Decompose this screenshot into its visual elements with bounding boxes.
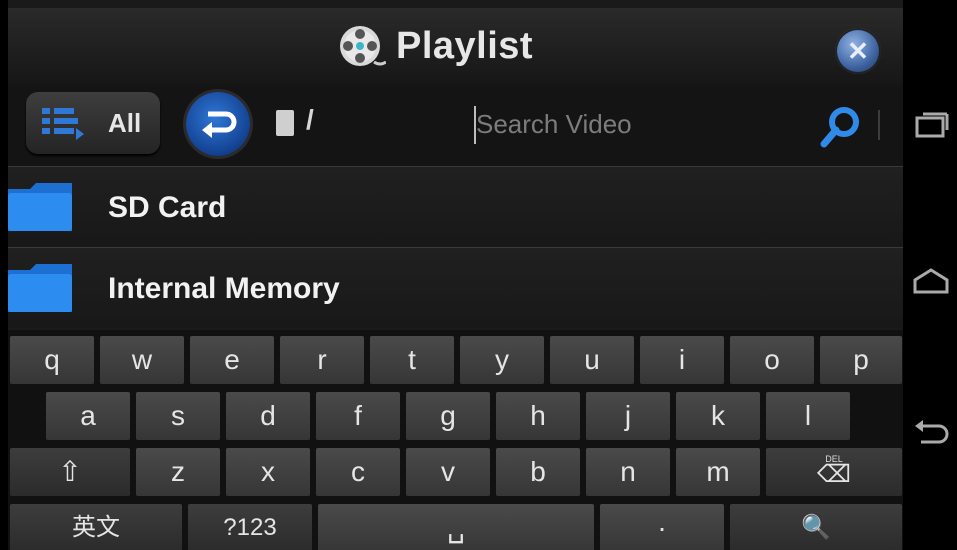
key-e[interactable]: e <box>190 336 274 384</box>
key-w[interactable]: w <box>100 336 184 384</box>
language-key[interactable]: 英文 <box>10 504 182 550</box>
home-icon[interactable] <box>911 262 951 302</box>
key-f[interactable]: f <box>316 392 400 440</box>
search-icon[interactable] <box>818 104 862 148</box>
folder-icon <box>8 264 72 312</box>
key-p[interactable]: p <box>820 336 902 384</box>
return-arrow-icon <box>202 111 237 138</box>
key-z[interactable]: z <box>136 448 220 496</box>
current-path: / <box>306 104 314 135</box>
text-cursor <box>474 106 476 144</box>
key-r[interactable]: r <box>280 336 364 384</box>
page-title: Playlist <box>396 24 534 67</box>
key-a[interactable]: a <box>46 392 130 440</box>
list-item-internal-memory[interactable]: Internal Memory <box>8 247 903 328</box>
back-nav-icon[interactable] <box>911 412 951 452</box>
key-k[interactable]: k <box>676 392 760 440</box>
search-key[interactable]: 🔍 <box>730 504 902 550</box>
film-reel-icon <box>340 26 386 66</box>
key-j[interactable]: j <box>586 392 670 440</box>
key-y[interactable]: y <box>460 336 544 384</box>
symbols-key[interactable]: ?123 <box>188 504 312 550</box>
key-t[interactable]: t <box>370 336 454 384</box>
key-h[interactable]: h <box>496 392 580 440</box>
shift-key[interactable]: ⇧ <box>10 448 130 496</box>
system-nav-bar <box>903 0 957 550</box>
recent-apps-icon[interactable] <box>911 108 951 148</box>
list-item-label: Internal Memory <box>108 272 340 305</box>
folder-icon <box>8 183 72 231</box>
close-button[interactable]: ✕ <box>835 28 881 74</box>
key-u[interactable]: u <box>550 336 634 384</box>
app-window: Playlist ✕ All / Search Video SD Card In… <box>8 0 903 550</box>
key-x[interactable]: x <box>226 448 310 496</box>
delete-key[interactable]: DEL ⌫ <box>766 448 902 496</box>
period-key[interactable]: · <box>600 504 724 550</box>
key-s[interactable]: s <box>136 392 220 440</box>
list-item-label: SD Card <box>108 191 227 224</box>
key-n[interactable]: n <box>586 448 670 496</box>
key-v[interactable]: v <box>406 448 490 496</box>
key-d[interactable]: d <box>226 392 310 440</box>
key-l[interactable]: l <box>766 392 850 440</box>
all-label: All <box>108 108 142 138</box>
key-b[interactable]: b <box>496 448 580 496</box>
key-m[interactable]: m <box>676 448 760 496</box>
close-icon: ✕ <box>847 36 869 66</box>
location-list: SD Card Internal Memory <box>8 166 903 328</box>
on-screen-keyboard: q w e r t y u i o p a s d f g h j k l ⇧ … <box>8 330 903 550</box>
toolbar: All / <box>8 86 903 166</box>
key-i[interactable]: i <box>640 336 724 384</box>
back-button[interactable] <box>186 92 250 156</box>
all-filter-button[interactable]: All <box>26 92 160 154</box>
list-item-sd-card[interactable]: SD Card <box>8 166 903 247</box>
backspace-icon: ⌫ <box>817 461 851 488</box>
search-input[interactable] <box>466 102 806 146</box>
key-c[interactable]: c <box>316 448 400 496</box>
space-key[interactable]: ␣ <box>318 504 594 550</box>
list-icon <box>42 108 84 140</box>
title-bar: Playlist ✕ <box>8 8 903 86</box>
sd-card-icon <box>276 110 294 136</box>
key-g[interactable]: g <box>406 392 490 440</box>
divider <box>878 110 880 140</box>
title-group: Playlist <box>338 16 533 76</box>
key-o[interactable]: o <box>730 336 814 384</box>
key-q[interactable]: q <box>10 336 94 384</box>
search-bar <box>466 102 886 148</box>
